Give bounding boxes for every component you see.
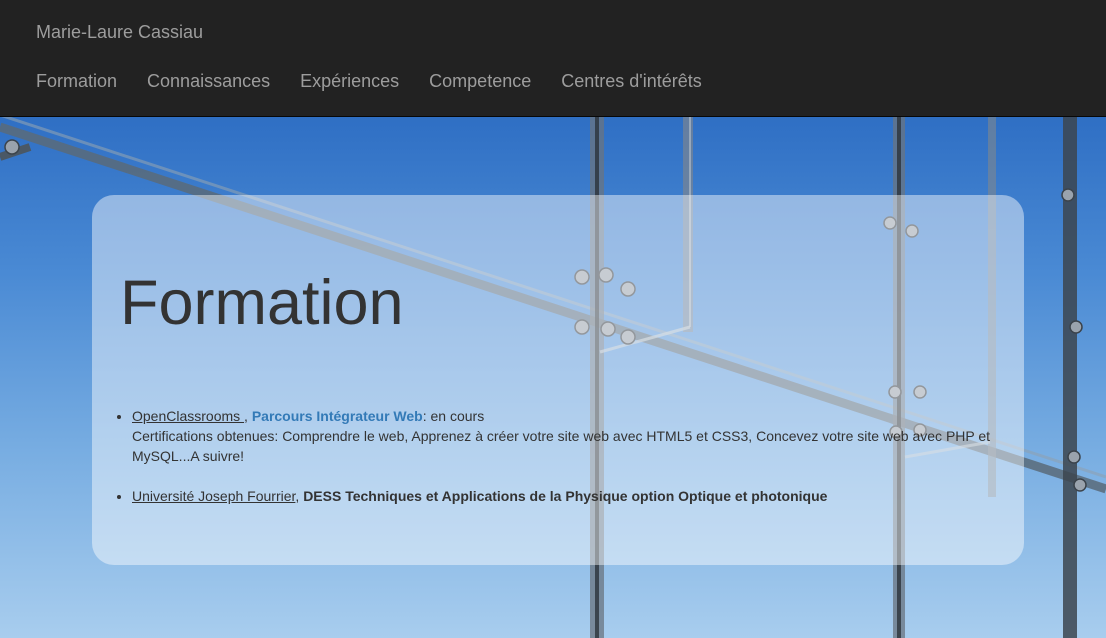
nav-link-centres-interets[interactable]: Centres d'intérêts	[561, 71, 702, 91]
hero-section: Formation OpenClassrooms , Parcours Inté…	[0, 117, 1106, 638]
nav-item-centres-interets: Centres d'intérêts	[561, 69, 702, 93]
list-item-openclassrooms: OpenClassrooms , Parcours Intégrateur We…	[132, 406, 1032, 466]
nav-link-formation[interactable]: Formation	[36, 71, 117, 91]
nav-link-experiences[interactable]: Expériences	[300, 71, 399, 91]
brand-link[interactable]: Marie-Laure Cassiau	[36, 20, 203, 44]
program-link-integrateur-web[interactable]: Parcours Intégrateur Web	[252, 408, 423, 424]
formation-list: OpenClassrooms , Parcours Intégrateur We…	[112, 406, 1032, 526]
separator: ,	[244, 408, 252, 424]
nav-link-connaissances[interactable]: Connaissances	[147, 71, 270, 91]
nav-item-competence: Competence	[429, 69, 531, 93]
list-item-universite: Université Joseph Fourrier, DESS Techniq…	[132, 486, 1032, 506]
page-title: Formation	[120, 268, 404, 338]
formation-panel: Formation OpenClassrooms , Parcours Inté…	[92, 195, 1024, 565]
certifications-text: Certifications obtenues: Comprendre le w…	[132, 428, 991, 464]
school-link-openclassrooms[interactable]: OpenClassrooms	[132, 408, 244, 424]
nav-link-competence[interactable]: Competence	[429, 71, 531, 91]
school-link-universite[interactable]: Université Joseph Fourrier	[132, 488, 295, 504]
nav-item-experiences: Expériences	[300, 69, 399, 93]
nav-item-formation: Formation	[36, 69, 117, 93]
status-text: : en cours	[422, 408, 485, 424]
nav-item-connaissances: Connaissances	[147, 69, 270, 93]
main-nav: Formation Connaissances Expériences Comp…	[36, 69, 732, 93]
top-navbar: Marie-Laure Cassiau Formation Connaissan…	[0, 0, 1106, 117]
program-dess: DESS Techniques et Applications de la Ph…	[303, 488, 828, 504]
